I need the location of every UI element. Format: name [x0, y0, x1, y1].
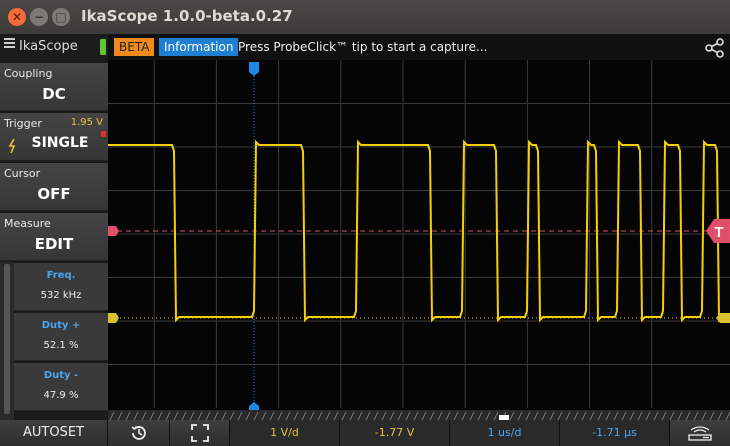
scope-display[interactable]: T	[108, 60, 730, 420]
coupling-panel[interactable]: Coupling DC	[0, 63, 108, 111]
scope-canvas: T	[108, 60, 730, 420]
app-window: ✕ − □ IkaScope 1.0.0-beta.0.27 IkaScope …	[0, 0, 730, 446]
measurement-label: Duty +	[41, 320, 81, 331]
control-sidebar: Coupling DC Trigger 1.95 V SINGLE Cursor…	[0, 60, 108, 420]
trigger-panel[interactable]: Trigger 1.95 V SINGLE	[0, 113, 108, 161]
close-window-button[interactable]: ✕	[8, 8, 26, 26]
cursor-panel[interactable]: Cursor OFF	[0, 163, 108, 211]
maximize-window-button[interactable]: □	[52, 8, 70, 26]
measure-value: EDIT	[34, 235, 74, 253]
history-button[interactable]	[108, 420, 170, 446]
window-title: IkaScope 1.0.0-beta.0.27	[81, 7, 293, 25]
trigger-marker-t[interactable]: T	[706, 219, 730, 243]
minimize-window-button[interactable]: −	[30, 8, 48, 26]
measurement-value: 532 kHz	[40, 290, 82, 301]
fullscreen-icon	[190, 424, 209, 442]
probe-icon	[688, 426, 712, 441]
time-ruler	[108, 410, 730, 420]
battery-indicator	[100, 39, 106, 55]
menu-label: IkaScope	[19, 39, 78, 54]
cursor-value: OFF	[37, 185, 71, 203]
cursor-label: Cursor	[4, 167, 41, 180]
coupling-value: DC	[42, 85, 66, 103]
time-offset-value[interactable]: -1.71 µs	[560, 420, 670, 446]
status-message: Press ProbeClick™ tip to start a capture…	[238, 40, 488, 54]
probe-button[interactable]	[670, 420, 730, 446]
volts-per-div-value[interactable]: 1 V/d	[230, 420, 340, 446]
measurement-label: Duty -	[43, 370, 79, 381]
coupling-label: Coupling	[4, 67, 53, 80]
cursor-top-handle	[249, 62, 259, 76]
main-menu-button[interactable]: IkaScope	[0, 34, 108, 60]
hamburger-icon	[4, 36, 15, 50]
trigger-mode-value: SINGLE	[31, 135, 89, 151]
trigger-label: Trigger	[4, 117, 42, 130]
top-toolbar: IkaScope BETA Information Press ProbeCli…	[0, 34, 730, 60]
trigger-level: 1.95 V	[70, 117, 103, 128]
measure-label: Measure	[4, 217, 51, 230]
share-icon[interactable]	[704, 37, 726, 59]
measurements-scrollbar[interactable]	[0, 262, 14, 420]
bottom-bar: AUTOSET 1 V/d -1.77 V 1 us/d -1.71 µs	[0, 420, 730, 446]
measurement-freq[interactable]: Freq. 532 kHz	[14, 263, 108, 311]
autoset-button[interactable]: AUTOSET	[0, 420, 108, 446]
history-icon	[131, 426, 146, 440]
measurement-label: Freq.	[46, 270, 76, 281]
vertical-offset-value[interactable]: -1.77 V	[340, 420, 450, 446]
measurement-duty-plus[interactable]: Duty + 52.1 %	[14, 313, 108, 361]
beta-badge: BETA	[114, 38, 155, 56]
fullscreen-button[interactable]	[170, 420, 230, 446]
measure-panel[interactable]: Measure EDIT	[0, 213, 108, 261]
measurement-duty-minus[interactable]: Duty - 47.9 %	[14, 363, 108, 411]
information-badge[interactable]: Information	[159, 38, 239, 56]
time-per-div-value[interactable]: 1 us/d	[450, 420, 560, 446]
measurement-value: 52.1 %	[43, 340, 79, 351]
measurement-value: 47.9 %	[43, 390, 79, 401]
title-bar: ✕ − □ IkaScope 1.0.0-beta.0.27	[0, 0, 730, 34]
scrollbar-thumb[interactable]	[4, 264, 10, 414]
trigger-marker-label: T	[714, 224, 723, 241]
scope-grid	[108, 60, 730, 408]
